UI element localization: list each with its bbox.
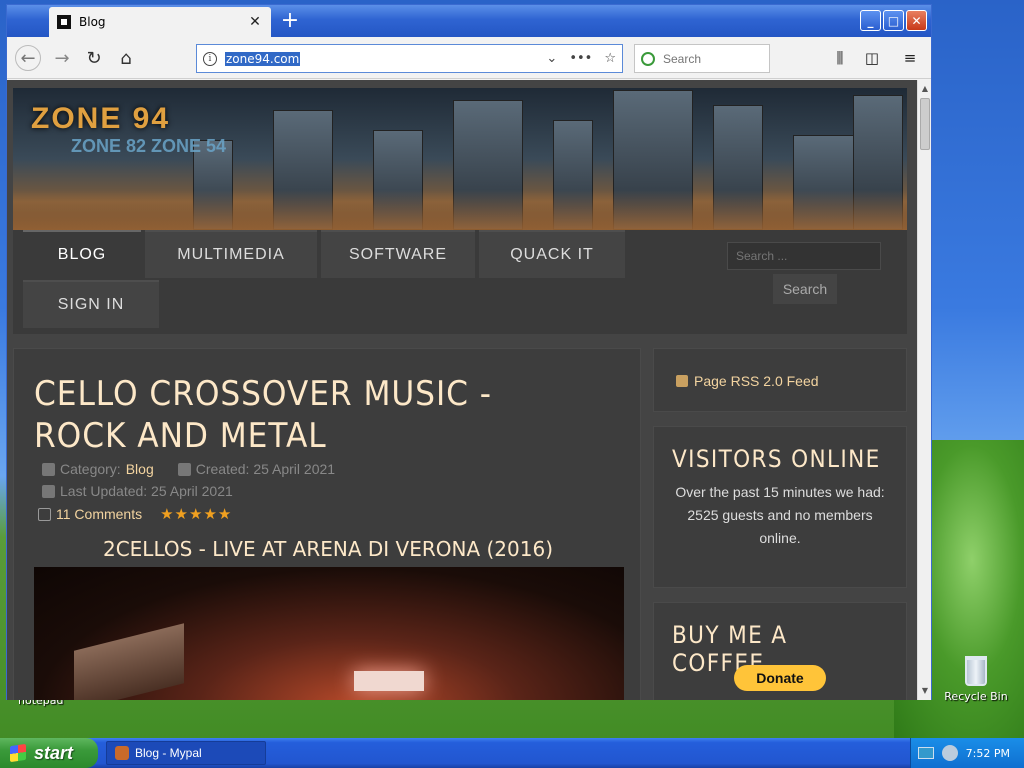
menu-item-quack-it[interactable]: QUACK IT (479, 230, 625, 278)
page-scrollbar[interactable]: ▲ ▼ (917, 80, 931, 700)
calendar-icon (42, 484, 55, 498)
browser-window: Blog ✕ + _ □ ✕ ← → ↻ ⌂ i zone94.com ⌄ ••… (6, 4, 932, 700)
category-label: Category: (60, 461, 121, 477)
taskbar-window-button[interactable]: Blog - Mypal (106, 741, 266, 765)
site-info-icon[interactable]: i (203, 51, 217, 66)
home-button[interactable]: ⌂ (113, 45, 139, 71)
tab-blog[interactable]: Blog ✕ (49, 7, 271, 37)
close-button[interactable]: ✕ (906, 10, 927, 31)
rss-link[interactable]: Page RSS 2.0 Feed (676, 373, 819, 389)
site-favicon-icon (57, 15, 71, 29)
scroll-down-icon[interactable]: ▼ (919, 684, 931, 698)
rating-stars[interactable]: ★★★★★ (160, 505, 232, 523)
visitors-heading: VISITORS ONLINE (672, 445, 881, 473)
chevron-down-icon[interactable]: ⌄ (546, 51, 557, 66)
recycle-bin-label: Recycle Bin (944, 690, 1008, 703)
window-controls: _ □ ✕ (860, 10, 927, 31)
article-meta-row-3: 11 Comments ★★★★★ (38, 505, 232, 523)
taskbar: start Blog - Mypal 7:52 PM (0, 738, 1024, 768)
scroll-thumb[interactable] (920, 98, 930, 150)
taskbar-window-label: Blog - Mypal (135, 746, 202, 760)
article-meta-row-2: Last Updated: 25 April 2021 (42, 483, 233, 499)
new-tab-button[interactable]: + (279, 9, 301, 33)
windows-logo-icon (10, 743, 26, 763)
comments-link[interactable]: 11 Comments (56, 506, 142, 522)
title-bar[interactable]: Blog ✕ + _ □ ✕ (7, 5, 931, 37)
menu-hamburger-icon[interactable]: ≡ (899, 47, 921, 69)
rss-icon (676, 375, 688, 387)
rss-label: Page RSS 2.0 Feed (694, 373, 819, 389)
site-main-menu: BLOG MULTIMEDIA SOFTWARE QUACK IT SIGN I… (13, 230, 907, 334)
navigation-toolbar: ← → ↻ ⌂ i zone94.com ⌄ ••• ☆ ⫼ ◫ ≡ (7, 37, 931, 79)
site-banner: ZONE 94 ZONE 82 ZONE 54 (13, 88, 907, 230)
tab-title: Blog (79, 15, 106, 29)
tab-close-icon[interactable]: ✕ (247, 14, 263, 30)
coffee-widget: BUY ME A COFFEE Donate (653, 602, 907, 700)
sidebar-toggle-icon[interactable]: ◫ (861, 47, 883, 69)
folder-icon (42, 462, 55, 476)
site-search-input[interactable] (727, 242, 881, 270)
keyboard-icon[interactable] (917, 747, 934, 759)
network-icon[interactable] (941, 745, 958, 761)
system-tray: 7:52 PM (910, 738, 1024, 768)
maximize-button[interactable]: □ (883, 10, 904, 31)
donate-button[interactable]: Donate (734, 665, 826, 691)
article-meta-row-1: Category: Blog Created: 25 April 2021 (42, 461, 335, 477)
page-actions-icon[interactable]: ••• (569, 51, 592, 66)
visitors-widget: VISITORS ONLINE Over the past 15 minutes… (653, 426, 907, 588)
url-text[interactable]: zone94.com (225, 51, 301, 66)
menu-item-software[interactable]: SOFTWARE (321, 230, 475, 278)
calendar-icon (177, 462, 191, 476)
start-label: start (34, 742, 74, 763)
browser-search-input[interactable] (663, 51, 753, 66)
recycle-bin-glyph (965, 656, 987, 686)
video-title: 2CELLOS - LIVE AT ARENA DI VERONA (2016) (102, 537, 554, 561)
recycle-bin-icon[interactable]: Recycle Bin (940, 656, 1012, 703)
page-viewport[interactable]: ZONE 94 ZONE 82 ZONE 54 BLOG MULTIMEDIA … (7, 80, 917, 700)
address-bar[interactable]: i zone94.com ⌄ ••• ☆ (196, 44, 623, 73)
updated-date: Last Updated: 25 April 2021 (60, 483, 233, 499)
library-icon[interactable]: ⫼ (829, 47, 851, 69)
browser-search-box[interactable] (634, 44, 770, 73)
menu-item-blog[interactable]: BLOG (23, 230, 141, 278)
forward-button[interactable]: → (49, 45, 75, 71)
start-button[interactable]: start (0, 738, 98, 768)
category-link[interactable]: Blog (126, 461, 154, 477)
back-button[interactable]: ← (15, 45, 41, 71)
browser-app-icon (115, 746, 129, 760)
embedded-video[interactable] (34, 567, 624, 700)
comments-icon (38, 507, 51, 521)
bookmark-star-icon[interactable]: ☆ (604, 51, 616, 66)
site-logo[interactable]: ZONE 94 ZONE 82 ZONE 54 (31, 102, 226, 156)
clock[interactable]: 7:52 PM (966, 747, 1010, 760)
reload-button[interactable]: ↻ (81, 45, 107, 71)
article-title[interactable]: CELLO CROSSOVER MUSIC - ROCK AND METAL (34, 373, 568, 457)
minimize-button[interactable]: _ (860, 10, 881, 31)
created-date: Created: 25 April 2021 (195, 461, 336, 477)
logo-secondary: ZONE 82 ZONE 54 (71, 136, 227, 156)
site-search-button[interactable]: Search (773, 274, 837, 304)
logo-primary: ZONE 94 (31, 102, 171, 135)
menu-item-sign-in[interactable]: SIGN IN (23, 280, 159, 328)
scroll-up-icon[interactable]: ▲ (919, 82, 931, 96)
menu-item-multimedia[interactable]: MULTIMEDIA (145, 230, 317, 278)
rss-widget: Page RSS 2.0 Feed (653, 348, 907, 412)
search-engine-icon (641, 51, 655, 66)
article-panel: CELLO CROSSOVER MUSIC - ROCK AND METAL C… (13, 348, 641, 700)
visitors-text: Over the past 15 minutes we had: 2525 gu… (675, 484, 885, 546)
